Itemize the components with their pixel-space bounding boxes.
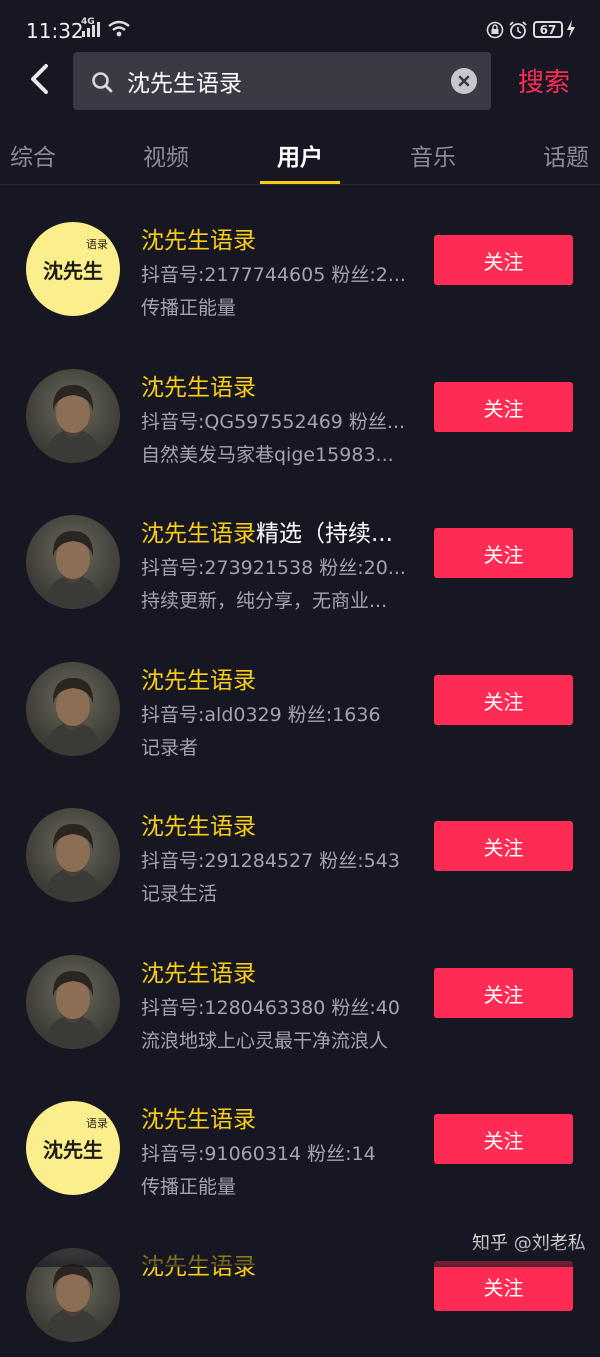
wifi-icon — [108, 20, 130, 37]
name-match-highlight: 沈先生语录 — [141, 668, 256, 694]
user-name: 沈先生语录 — [141, 661, 256, 695]
follow-button[interactable]: 关注 — [434, 528, 573, 578]
user-bio: 流浪地球上心灵最干净流浪人 — [141, 1030, 389, 1052]
follow-button[interactable]: 关注 — [434, 968, 573, 1018]
user-id-followers: 抖音号:ald0329 粉丝:1636 — [141, 704, 381, 726]
user-bio: 记录生活 — [141, 883, 218, 905]
follow-button[interactable]: 关注 — [434, 1114, 573, 1164]
follow-button[interactable]: 关注 — [434, 235, 573, 285]
search-input[interactable] — [127, 52, 427, 110]
user-result-row[interactable]: 沈先生语录抖音号:QG597552469 粉丝... 自然美发马家巷qige159… — [0, 332, 600, 478]
name-match-highlight: 沈先生语录 — [141, 375, 256, 401]
svg-text:沈先生: 沈先生 — [43, 1138, 103, 1162]
user-id-followers: 抖音号:1280463380 粉丝:40 — [141, 997, 400, 1019]
user-result-row[interactable]: 沈先生语录抖音号:291284527 粉丝:543 记录生活 关注 — [0, 771, 600, 917]
user-id-followers: 抖音号:291284527 粉丝:543 — [141, 850, 400, 872]
user-result-row[interactable]: 语录 沈先生 沈先生语录 抖音号:91060314 粉丝:14 传播正能量 关注 — [0, 1064, 600, 1210]
svg-text:语录: 语录 — [86, 1117, 108, 1130]
avatar[interactable] — [26, 1248, 120, 1342]
user-name: 沈先生语录 — [141, 221, 256, 255]
name-rest: 精选（持续... — [256, 521, 393, 547]
search-button[interactable]: 搜索 — [518, 62, 570, 99]
user-name: 沈先生语录 — [141, 1100, 256, 1134]
svg-text:语录: 语录 — [86, 238, 108, 251]
network-type: 4G — [81, 17, 95, 27]
close-icon — [458, 75, 470, 87]
avatar[interactable] — [26, 955, 120, 1049]
name-match-highlight: 沈先生语录 — [141, 228, 256, 254]
avatar[interactable]: 语录 沈先生 — [26, 222, 120, 316]
name-match-highlight: 沈先生语录 — [141, 814, 256, 840]
tab-comprehensive[interactable]: 综合 — [10, 138, 56, 172]
back-icon[interactable] — [24, 62, 60, 98]
user-bio: 持续更新，纯分享，无商业... — [141, 590, 388, 612]
avatar[interactable] — [26, 662, 120, 756]
tab-topics[interactable]: 话题 — [543, 138, 589, 172]
tab-users[interactable]: 用户 — [277, 138, 323, 172]
status-time: 11:32 — [26, 19, 84, 43]
watermark: 知乎 @刘老私 — [472, 1233, 586, 1254]
follow-button[interactable]: 关注 — [434, 821, 573, 871]
user-id-followers: 抖音号:273921538 粉丝:20... — [141, 557, 406, 579]
avatar[interactable] — [26, 515, 120, 609]
user-result-row[interactable]: 沈先生语录抖音号:1280463380 粉丝:40 流浪地球上心灵最干净流浪人 关注 — [0, 918, 600, 1064]
name-match-highlight: 沈先生语录 — [141, 961, 256, 987]
alarm-icon — [509, 21, 527, 39]
charging-icon — [567, 20, 575, 38]
user-name: 沈先生语录 — [141, 954, 256, 988]
user-result-row[interactable]: 沈先生语录精选（持续... 抖音号:273921538 粉丝:20... 持续更新，… — [0, 478, 600, 624]
avatar[interactable] — [26, 808, 120, 902]
tab-music[interactable]: 音乐 — [410, 138, 456, 172]
rotation-lock-icon — [486, 21, 504, 39]
user-id-followers: 抖音号:91060314 粉丝:14 — [141, 1143, 376, 1165]
user-bio: 记录者 — [141, 737, 199, 759]
user-id-followers: 抖音号:QG597552469 粉丝... — [141, 411, 406, 433]
avatar[interactable]: 语录 沈先生 — [26, 1101, 120, 1195]
follow-button[interactable]: 关注 — [434, 1261, 573, 1311]
search-icon — [92, 72, 113, 93]
battery-level: 67 — [539, 22, 557, 37]
user-name: 沈先生语录 — [141, 807, 256, 841]
user-id-followers: 抖音号:2177744605 粉丝:2... — [141, 264, 406, 286]
name-match-highlight: 沈先生语录 — [141, 1107, 256, 1133]
result-tabs: 综合 视频 用户 音乐 话题 — [0, 122, 600, 184]
follow-button[interactable]: 关注 — [434, 382, 573, 432]
user-result-row[interactable]: 语录 沈先生 沈先生语录 抖音号:2177744605 粉丝:2... 传播正能量关… — [0, 185, 600, 331]
user-result-row[interactable]: 沈先生语录抖音号:ald0329 粉丝:1636 记录者 关注 — [0, 625, 600, 771]
status-bar: 11:32 4G 67 — [0, 0, 600, 58]
user-name: 沈先生语录 — [141, 1247, 256, 1281]
search-box[interactable] — [73, 52, 491, 110]
user-name: 沈先生语录 — [141, 368, 256, 402]
tab-videos[interactable]: 视频 — [143, 138, 189, 172]
avatar[interactable] — [26, 369, 120, 463]
svg-text:沈先生: 沈先生 — [43, 259, 103, 283]
user-bio: 自然美发马家巷qige15983... — [141, 444, 394, 466]
user-bio: 传播正能量 — [141, 297, 237, 319]
clear-search-button[interactable] — [451, 68, 477, 94]
follow-button[interactable]: 关注 — [434, 675, 573, 725]
name-match-highlight: 沈先生语录 — [141, 521, 256, 547]
user-name: 沈先生语录精选（持续... — [141, 514, 393, 548]
battery-icon: 67 — [533, 21, 563, 38]
user-bio: 传播正能量 — [141, 1176, 237, 1198]
name-match-highlight: 沈先生语录 — [141, 1254, 256, 1280]
